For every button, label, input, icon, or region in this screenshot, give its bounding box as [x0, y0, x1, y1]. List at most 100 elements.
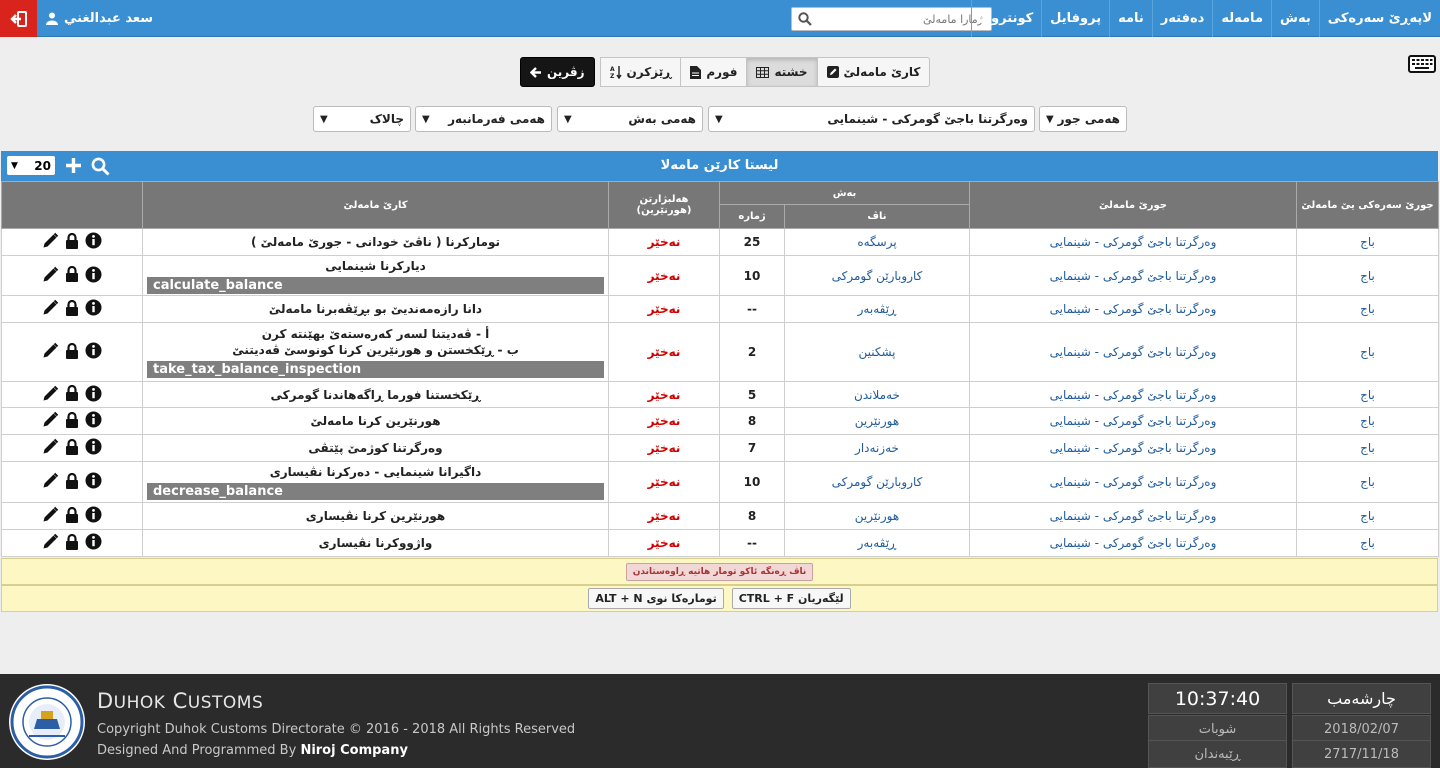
nav-letters[interactable]: نامە: [1109, 0, 1152, 37]
edit-icon[interactable]: [42, 411, 59, 428]
info-icon[interactable]: [85, 266, 102, 283]
info-icon[interactable]: [85, 411, 102, 428]
cell-main-type[interactable]: باج: [1296, 255, 1439, 296]
transaction-work-button[interactable]: کارێ مامەلێ: [816, 57, 931, 87]
table-row[interactable]: باج وەرگرتنا باجێ گومرکی - شینمایی خەزنەدا…: [1, 434, 1439, 462]
cell-main-type[interactable]: باج: [1296, 228, 1439, 256]
cell-dept-name[interactable]: ڕێڤەبەر: [784, 295, 970, 323]
table-row[interactable]: باج وەرگرتنا باجێ گومرکی - شینمایی ڕێڤەبەر…: [1, 529, 1439, 557]
edit-icon[interactable]: [42, 438, 59, 455]
col-work[interactable]: کارێ مامەلێ: [142, 181, 609, 229]
nav-department[interactable]: بەش: [1271, 0, 1319, 37]
cell-main-type[interactable]: باج: [1296, 502, 1439, 530]
lock-icon[interactable]: [65, 342, 79, 359]
nav-transactions[interactable]: مامەلە: [1212, 0, 1271, 37]
table-row[interactable]: باج وەرگرتنا باجێ گومرکی - شینمایی ڕێڤەبەر…: [1, 295, 1439, 323]
info-icon[interactable]: [85, 232, 102, 249]
cell-main-type[interactable]: باج: [1296, 407, 1439, 435]
cell-dept-name[interactable]: خەزنەدار: [784, 434, 970, 462]
company-link[interactable]: Niroj Company: [300, 743, 408, 758]
table-row[interactable]: باج وەرگرتنا باجێ گومرکی - شینمایی پرسگەه 2…: [1, 228, 1439, 256]
cell-dept-name[interactable]: هورنێرین: [784, 502, 970, 530]
table-row[interactable]: باج وەرگرتنا باجێ گومرکی - شینمایی خەملاند…: [1, 381, 1439, 408]
cell-dept-name[interactable]: پشکنین: [784, 322, 970, 382]
cell-kind[interactable]: وەرگرتنا باجێ گومرکی - شینمایی: [969, 434, 1297, 462]
info-icon[interactable]: [85, 472, 102, 489]
cell-kind[interactable]: وەرگرتنا باجێ گومرکی - شینمایی: [969, 407, 1297, 435]
lock-icon[interactable]: [65, 533, 79, 550]
table-row[interactable]: باج وەرگرتنا باجێ گومرکی - شینمایی پشکنین 2…: [1, 322, 1439, 382]
logout-button[interactable]: [0, 0, 37, 37]
lock-icon[interactable]: [65, 299, 79, 316]
edit-icon[interactable]: [42, 266, 59, 283]
col-kind[interactable]: جورێ مامەلێ: [969, 181, 1297, 229]
info-icon[interactable]: [85, 506, 102, 523]
table-row[interactable]: باج وەرگرتنا باجێ گومرکی - شینمایی هورنێری…: [1, 407, 1439, 435]
cell-kind[interactable]: وەرگرتنا باجێ گومرکی - شینمایی: [969, 255, 1297, 296]
cell-kind[interactable]: وەرگرتنا باجێ گومرکی - شینمایی: [969, 461, 1297, 503]
filter-employee-select[interactable]: ▼ هەمی فەرمانبەر: [415, 106, 552, 132]
cell-dept-name[interactable]: خەملاندن: [784, 381, 970, 408]
cell-kind[interactable]: وەرگرتنا باجێ گومرکی - شینمایی: [969, 381, 1297, 408]
edit-icon[interactable]: [42, 533, 59, 550]
cell-dept-name[interactable]: کاروبارێن گومرکی: [784, 255, 970, 296]
edit-icon[interactable]: [42, 299, 59, 316]
cell-kind[interactable]: وەرگرتنا باجێ گومرکی - شینمایی: [969, 529, 1297, 557]
search-icon[interactable]: [91, 157, 110, 176]
cell-dept-name[interactable]: ڕێڤەبەر: [784, 529, 970, 557]
edit-icon[interactable]: [42, 232, 59, 249]
info-icon[interactable]: [85, 438, 102, 455]
nav-home[interactable]: لاپەڕێ سەرەکی: [1318, 0, 1440, 37]
filter-type-select[interactable]: ▼ هەمی جور: [1039, 106, 1127, 132]
search-input[interactable]: [812, 11, 985, 27]
cell-main-type[interactable]: باج: [1296, 381, 1439, 408]
new-record-shortcut[interactable]: ALT + N تومارەکا نوی: [588, 588, 724, 609]
filter-department-select[interactable]: ▼ هەمی بەش: [557, 106, 703, 132]
nav-control[interactable]: کونترول: [970, 0, 1041, 37]
edit-icon[interactable]: [42, 385, 59, 402]
lock-icon[interactable]: [65, 232, 79, 249]
filter-status-select[interactable]: ▼ چالاک: [313, 106, 411, 132]
transaction-search[interactable]: [791, 7, 992, 31]
lock-icon[interactable]: [65, 438, 79, 455]
user-menu[interactable]: سعد عبدالغني: [46, 0, 153, 37]
table-row[interactable]: باج وەرگرتنا باجێ گومرکی - شینمایی کاروبار…: [1, 255, 1439, 296]
edit-icon[interactable]: [42, 342, 59, 359]
sort-button[interactable]: A Z ڕێزکرن: [599, 57, 682, 87]
table-row[interactable]: باج وەرگرتنا باجێ گومرکی - شینمایی هورنێری…: [1, 502, 1439, 530]
edit-icon[interactable]: [42, 472, 59, 489]
search-icon[interactable]: [798, 12, 812, 26]
lock-icon[interactable]: [65, 385, 79, 401]
lock-icon[interactable]: [65, 506, 79, 523]
cell-kind[interactable]: وەرگرتنا باجێ گومرکی - شینمایی: [969, 502, 1297, 530]
filter-kind-select[interactable]: ▼ وەرگرتنا باجێ گومرکی - شینمایی: [708, 106, 1035, 132]
grid-view-button[interactable]: خشتە: [746, 57, 818, 87]
info-icon[interactable]: [85, 385, 102, 402]
cell-kind[interactable]: وەرگرتنا باجێ گومرکی - شینمایی: [969, 295, 1297, 323]
cell-dept-name[interactable]: کاروبارێن گومرکی: [784, 461, 970, 503]
lock-icon[interactable]: [65, 266, 79, 282]
info-icon[interactable]: [85, 299, 102, 316]
col-main-type[interactable]: جورێ سەرەکی یێ مامەلێ: [1296, 181, 1439, 229]
cell-dept-name[interactable]: هورنێرین: [784, 407, 970, 435]
info-icon[interactable]: [85, 533, 102, 550]
table-row[interactable]: باج وەرگرتنا باجێ گومرکی - شینمایی کاروبار…: [1, 461, 1439, 503]
cell-main-type[interactable]: باج: [1296, 295, 1439, 323]
plus-icon[interactable]: [65, 157, 82, 174]
form-view-button[interactable]: فورم: [680, 57, 748, 87]
cell-kind[interactable]: وەرگرتنا باجێ گومرکی - شینمایی: [969, 228, 1297, 256]
edit-icon[interactable]: [42, 506, 59, 523]
nav-ledger[interactable]: دەفتەر: [1151, 0, 1213, 37]
nav-profile[interactable]: پروفایل: [1041, 0, 1109, 37]
cell-dept-name[interactable]: پرسگەه: [784, 228, 970, 256]
cell-main-type[interactable]: باج: [1296, 529, 1439, 557]
col-status[interactable]: هەلبژارتن (هورنێرین): [608, 181, 720, 229]
lock-icon[interactable]: [65, 472, 79, 489]
lock-icon[interactable]: [65, 411, 79, 428]
page-size-select[interactable]: ▼ 20: [7, 156, 55, 175]
back-button[interactable]: زڤرین: [520, 57, 595, 87]
cell-main-type[interactable]: باج: [1296, 434, 1439, 462]
info-icon[interactable]: [85, 342, 102, 359]
col-dept-number[interactable]: ژمارە: [719, 204, 785, 229]
find-shortcut[interactable]: CTRL + F لێگەریان: [731, 588, 851, 609]
